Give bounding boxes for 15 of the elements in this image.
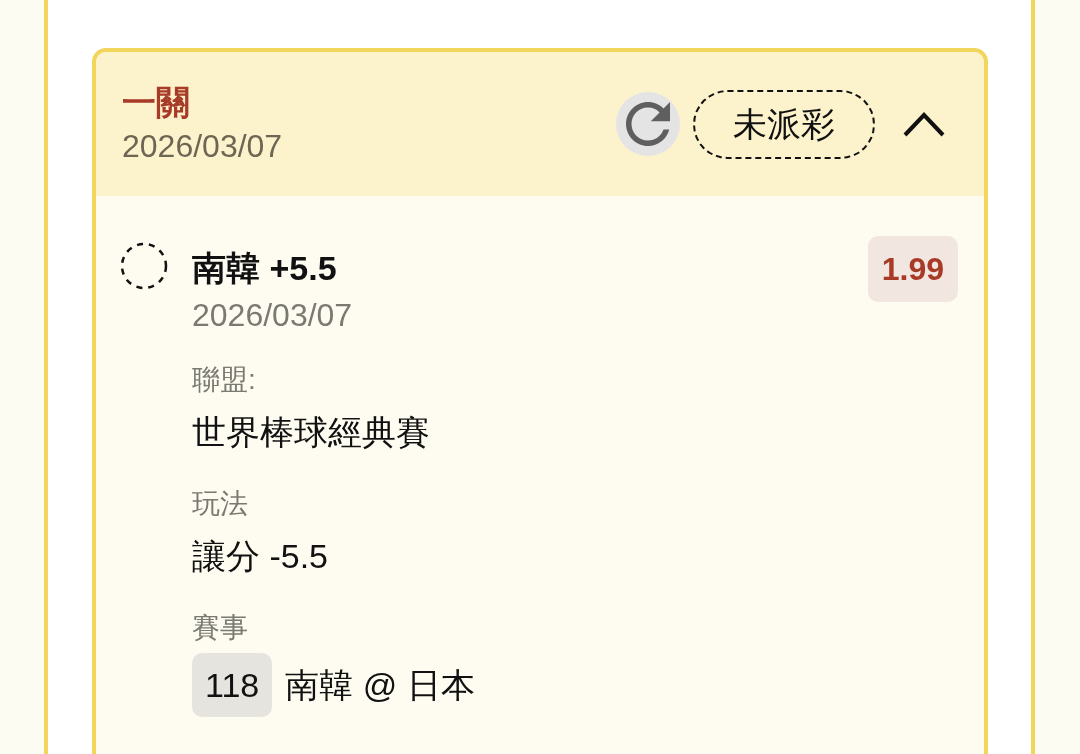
- detail-label: 聯盟:: [192, 363, 257, 397]
- detail-label: 玩法: [192, 487, 249, 521]
- detail-value: 讓分 -5.5: [192, 536, 330, 577]
- selection-name: 南韓 +5.5: [192, 248, 338, 289]
- status-badge: 未派彩: [693, 89, 875, 159]
- refresh-icon: [626, 102, 670, 146]
- detail-label: 賽事: [192, 611, 249, 645]
- bet-date: 2026/03/07: [122, 127, 284, 166]
- bet-type-title: 一關: [122, 82, 191, 123]
- match-number-badge: 118: [192, 653, 273, 717]
- selection-date: 2026/03/07: [192, 296, 354, 335]
- chevron-up-icon[interactable]: [903, 111, 945, 137]
- match-teams: 南韓 @ 日本: [285, 664, 475, 706]
- odds-badge: 1.99: [867, 236, 958, 302]
- detail-value: 世界棒球經典賽: [192, 412, 431, 453]
